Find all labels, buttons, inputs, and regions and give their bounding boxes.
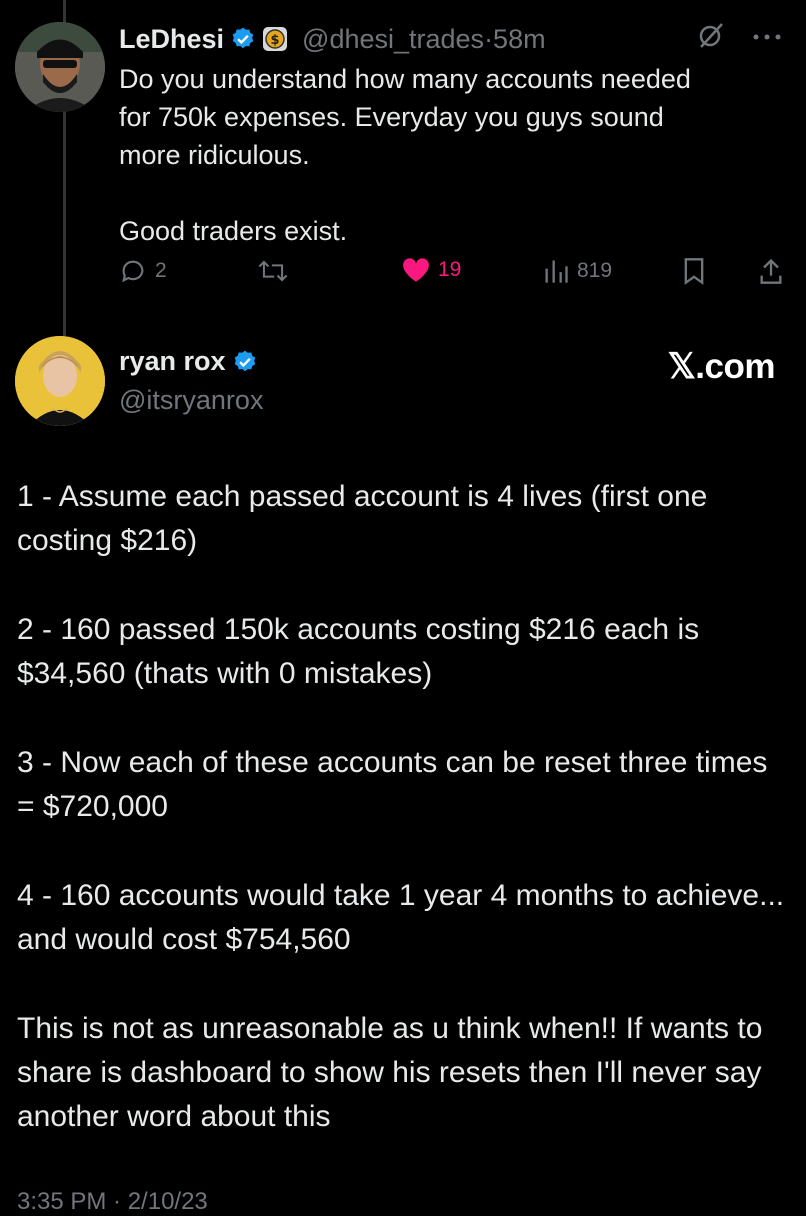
grok-icon[interactable]: [696, 20, 726, 55]
author-name[interactable]: LeDhesi: [119, 24, 224, 55]
retweet-icon: [258, 260, 288, 282]
bookmark-icon: [684, 258, 704, 285]
svg-text:$: $: [271, 33, 280, 48]
author-handle[interactable]: @dhesi_trades: [302, 24, 484, 55]
bookmark-button[interactable]: [682, 257, 706, 285]
tweet2-text: 1 - Assume each passed account is 4 live…: [17, 475, 787, 1184]
views-button[interactable]: 819: [543, 257, 612, 285]
like-count: 19: [438, 258, 462, 281]
reply-icon: [122, 260, 144, 283]
x-watermark: 𝕏.com: [667, 347, 776, 386]
retweet-button[interactable]: [256, 257, 290, 285]
tweet2-paragraph: 3 - Now each of these accounts can be re…: [17, 746, 768, 823]
tweet2-paragraph: 1 - Assume each passed account is 4 live…: [17, 480, 708, 557]
reply-button[interactable]: 2: [119, 257, 167, 285]
avatar-ledhesi[interactable]: [15, 22, 105, 112]
like-button[interactable]: 19: [402, 257, 461, 283]
views-icon: [545, 260, 568, 283]
share-button[interactable]: [759, 257, 783, 285]
author-name[interactable]: ryan rox: [119, 346, 226, 377]
tweet1-line: Do you understand how many accounts need…: [119, 64, 691, 94]
verified-badge-icon: [230, 26, 256, 52]
tweet1-text: Do you understand how many accounts need…: [119, 60, 769, 250]
tweet1-line: for 750k expenses. Everyday you guys sou…: [119, 102, 664, 132]
tweet-time[interactable]: ·58m: [484, 24, 546, 55]
reply-count: 2: [155, 259, 167, 282]
tweet2-paragraph: 4 - 160 accounts would take 1 year 4 mon…: [17, 879, 785, 956]
tweet2-paragraph: 2 - 160 passed 150k accounts costing $21…: [17, 613, 700, 690]
tweet1-actions: 2 19 819: [119, 257, 784, 291]
avatar-ryanrox[interactable]: [15, 336, 105, 426]
tweet1-line: Good traders exist.: [119, 216, 348, 246]
tweet2-paragraph: This is not as unreasonable as u think w…: [17, 1012, 763, 1133]
verified-badge-icon: [232, 349, 258, 375]
more-options-icon[interactable]: [752, 29, 782, 47]
share-icon: [760, 258, 782, 284]
dollar-badge-icon: $: [262, 26, 288, 52]
tweet1-line: more ridiculous.: [119, 140, 310, 170]
tweet1-header: LeDhesi $ @dhesi_trades ·58m: [119, 22, 546, 56]
tweet2-header: ryan rox: [119, 346, 264, 377]
view-count: 819: [577, 259, 613, 282]
heart-icon: [403, 258, 429, 282]
tweet2-timestamp[interactable]: 3:35 PM · 2/10/23: [17, 1188, 208, 1216]
author-handle[interactable]: @itsryanrox: [119, 385, 263, 416]
